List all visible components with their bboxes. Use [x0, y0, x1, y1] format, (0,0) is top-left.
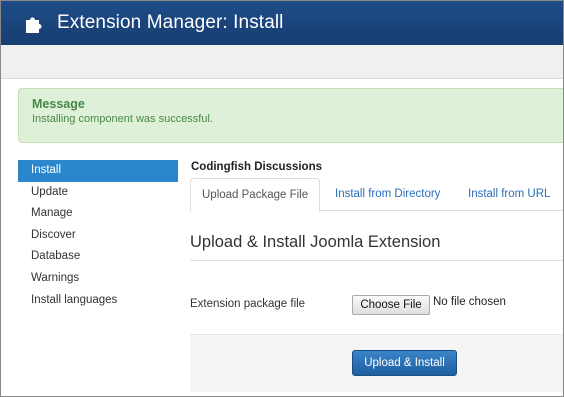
toolbar — [1, 45, 563, 79]
install-tabs: Upload Package File Install from Directo… — [190, 178, 564, 212]
message-text: Installing component was successful. — [32, 113, 213, 125]
page-header: Extension Manager: Install — [1, 1, 563, 45]
section-label: Codingfish Discussions — [191, 161, 322, 173]
tab-install-from-directory[interactable]: Install from Directory — [324, 178, 451, 211]
success-message: Message Installing component was success… — [18, 88, 564, 143]
sidebar-item-warnings[interactable]: Warnings — [18, 268, 178, 290]
puzzle-icon — [26, 17, 42, 33]
divider — [190, 260, 564, 261]
sidebar: Install Update Manage Discover Database … — [18, 160, 178, 311]
upload-install-button[interactable]: Upload & Install — [352, 350, 457, 376]
file-field-label: Extension package file — [190, 298, 306, 310]
tab-upload-package-file[interactable]: Upload Package File — [190, 178, 321, 212]
sidebar-item-install[interactable]: Install — [18, 160, 178, 182]
sidebar-item-install-languages[interactable]: Install languages — [18, 290, 178, 312]
sidebar-item-discover[interactable]: Discover — [18, 225, 178, 247]
sidebar-item-database[interactable]: Database — [18, 246, 178, 268]
message-heading: Message — [32, 97, 85, 111]
choose-file-button[interactable]: Choose File — [352, 295, 430, 315]
form-heading: Upload & Install Joomla Extension — [190, 233, 441, 251]
no-file-text: No file chosen — [433, 296, 506, 308]
sidebar-item-update[interactable]: Update — [18, 182, 178, 204]
page-title: Extension Manager: Install — [57, 12, 284, 33]
sidebar-item-manage[interactable]: Manage — [18, 203, 178, 225]
form-actions: Upload & Install — [190, 334, 564, 392]
tab-install-from-url[interactable]: Install from URL — [457, 178, 561, 211]
